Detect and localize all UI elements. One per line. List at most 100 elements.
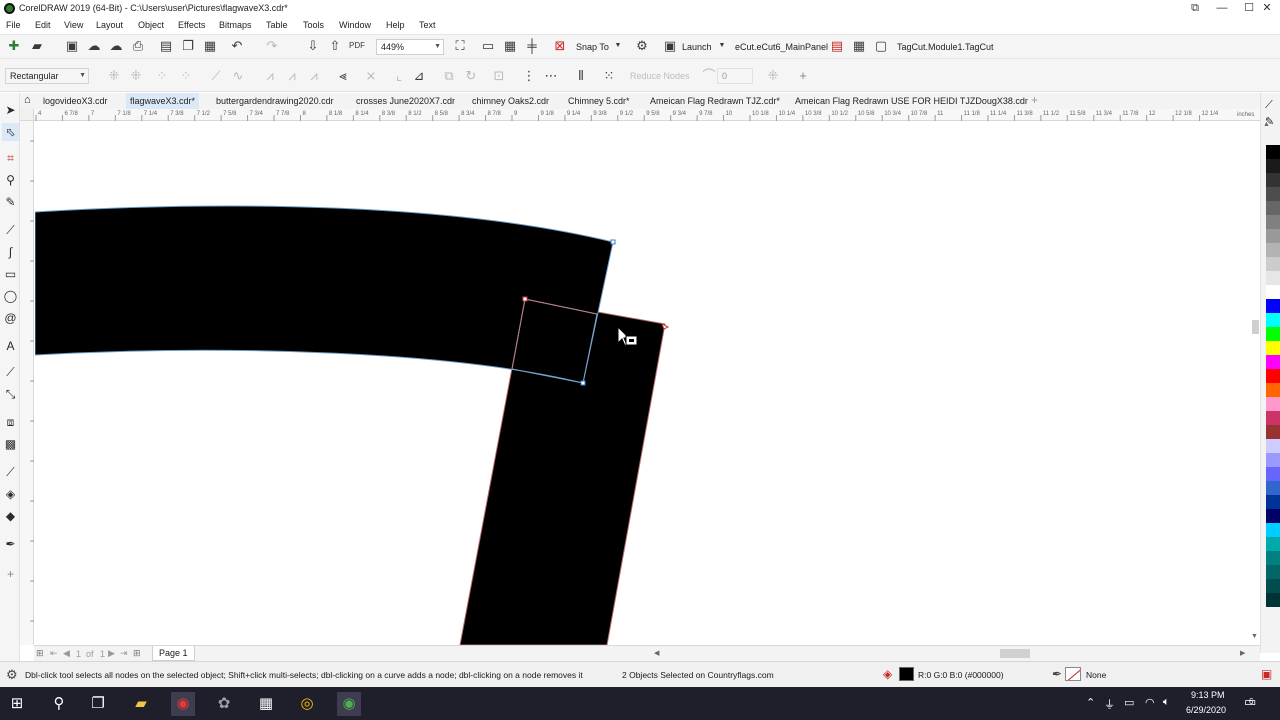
palette-swatch[interactable]: [1266, 173, 1280, 187]
palette-swatch[interactable]: [1266, 425, 1280, 439]
add-toolbar-item-icon[interactable]: +: [795, 68, 811, 84]
menu-text[interactable]: Text: [419, 20, 436, 30]
node-handle[interactable]: [610, 239, 616, 245]
drawing-canvas[interactable]: [35, 122, 1260, 645]
smooth-node-icon[interactable]: ⩘: [284, 68, 300, 84]
palette-swatch[interactable]: [1266, 509, 1280, 523]
undo-icon[interactable]: ↶: [229, 38, 245, 54]
palette-swatch[interactable]: [1266, 271, 1280, 285]
delete-node-icon[interactable]: ⁜: [128, 68, 144, 84]
ruler-origin[interactable]: [20, 109, 34, 121]
vertical-ruler[interactable]: [20, 121, 34, 645]
macro-ecut-label[interactable]: eCut.eCut6_MainPanel: [735, 42, 828, 52]
tagcut-icon[interactable]: ▢: [873, 38, 889, 54]
curve-smoothness-input[interactable]: 0: [717, 68, 753, 84]
fill-tool-icon[interactable]: ⟋: [1265, 99, 1273, 112]
freehand-tool-icon[interactable]: ✎: [2, 193, 19, 211]
tab-chimney-5[interactable]: Chimney 5.cdr*: [564, 93, 634, 109]
live-sketch-tool-icon[interactable]: ✒: [2, 535, 19, 553]
menu-help[interactable]: Help: [386, 20, 405, 30]
tab-crosses-june2020x7[interactable]: crosses June2020X7.cdr: [352, 93, 459, 109]
menu-edit[interactable]: Edit: [35, 20, 51, 30]
file-explorer-icon[interactable]: ▰: [129, 692, 153, 716]
palette-swatch[interactable]: [1266, 579, 1280, 593]
menu-window[interactable]: Window: [339, 20, 371, 30]
palette-swatch[interactable]: [1266, 355, 1280, 369]
import-icon[interactable]: ⇩: [305, 38, 321, 54]
add-tab-icon[interactable]: +: [1031, 93, 1038, 107]
launch-label[interactable]: Launch: [682, 42, 712, 52]
text-tool-icon[interactable]: A: [2, 337, 19, 355]
spiral-tool-icon[interactable]: @: [2, 309, 19, 327]
to-line-icon[interactable]: ⟋: [208, 68, 224, 84]
smart-fill-tool-icon[interactable]: ◆: [2, 507, 19, 525]
options-gear-icon[interactable]: ⚙: [634, 38, 650, 54]
node-handle[interactable]: [580, 380, 586, 386]
palette-swatch[interactable]: [1266, 453, 1280, 467]
snap-to-icon[interactable]: ⊠: [552, 38, 568, 54]
outline-none-swatch[interactable]: [1065, 667, 1081, 681]
full-screen-icon[interactable]: ⛶: [452, 38, 468, 54]
palette-swatch[interactable]: [1266, 481, 1280, 495]
shape-tool-icon[interactable]: ⬁: [2, 123, 19, 141]
volume-icon[interactable]: 🔈︎: [1163, 696, 1170, 709]
grid-app-taskbar-icon[interactable]: ▦: [254, 692, 278, 716]
close-button[interactable]: ✕: [1254, 0, 1280, 18]
status-app-icon[interactable]: ▣: [1261, 667, 1272, 681]
palette-swatch[interactable]: [1266, 383, 1280, 397]
palette-swatch[interactable]: [1266, 411, 1280, 425]
connector-tool-icon[interactable]: ⤡: [2, 385, 19, 403]
open-folder-icon[interactable]: ▰: [29, 38, 45, 54]
menu-bitmaps[interactable]: Bitmaps: [219, 20, 252, 30]
horizontal-ruler[interactable]: 4 6 7/8 7 7 1/8 7 1/4 7 3/8 7 1/2 7 5/8 7 3/4 7 7…: [34, 109, 1260, 121]
palette-swatch[interactable]: [1266, 243, 1280, 257]
tab-flagwavex3[interactable]: flagwaveX3.cdr*: [126, 93, 200, 109]
copy-icon[interactable]: ❐: [180, 38, 196, 54]
palette-swatch[interactable]: [1266, 551, 1280, 565]
scroll-left-icon[interactable]: ◀: [654, 649, 659, 657]
palette-swatch[interactable]: [1266, 145, 1280, 159]
pick-tool-icon[interactable]: ➤: [2, 101, 19, 119]
menu-layout[interactable]: Layout: [96, 20, 123, 30]
palette-swatch[interactable]: [1266, 565, 1280, 579]
align-nodes-icon[interactable]: ⊡: [491, 68, 507, 84]
launch-icon[interactable]: ▣: [662, 38, 678, 54]
palette-swatch[interactable]: [1266, 341, 1280, 355]
parallel-dimension-tool-icon[interactable]: ⟋: [2, 363, 19, 381]
chevron-down-icon[interactable]: ▼: [714, 38, 730, 54]
print-icon[interactable]: ⎙: [130, 38, 146, 54]
palette-swatch[interactable]: [1266, 327, 1280, 341]
macro-icon[interactable]: ▤: [829, 38, 845, 54]
reflect-vertical-icon[interactable]: ⋯: [543, 68, 559, 84]
palette-swatch[interactable]: [1266, 215, 1280, 229]
extract-subpath-icon[interactable]: ⌞: [391, 68, 407, 84]
chrome-taskbar-icon[interactable]: ◎: [295, 692, 319, 716]
last-page-icon[interactable]: ⇥: [120, 648, 128, 659]
publish-pdf-icon[interactable]: PDF: [349, 38, 365, 54]
join-nodes-icon[interactable]: ⁘: [154, 68, 170, 84]
horizontal-scrollbar-thumb[interactable]: [1000, 649, 1030, 658]
taskbar-time[interactable]: 9:13 PM: [1191, 690, 1225, 700]
selection-mode-select[interactable]: Rectangular ▼: [5, 68, 89, 84]
palette-swatch[interactable]: [1266, 495, 1280, 509]
tab-logovideox3[interactable]: logovideoX3.cdr: [39, 93, 112, 109]
save-icon[interactable]: ▣: [64, 38, 80, 54]
palette-swatch[interactable]: [1266, 313, 1280, 327]
cloud-upload-icon[interactable]: ☁: [86, 38, 102, 54]
zoom-level-select[interactable]: 449% ▼: [376, 39, 444, 55]
symmetrical-node-icon[interactable]: ⩘: [306, 68, 322, 84]
macro-tagcut-label[interactable]: TagCut.Module1.TagCut: [897, 42, 994, 52]
page-add-after-icon[interactable]: ⊞: [133, 648, 141, 659]
paste-icon[interactable]: ▦: [202, 38, 218, 54]
vertical-scrollbar-thumb[interactable]: [1252, 320, 1259, 334]
next-page-icon[interactable]: ▶: [108, 648, 115, 659]
transparency-tool-icon[interactable]: ▩: [2, 435, 19, 453]
scroll-up-icon[interactable]: ▲: [1263, 121, 1270, 128]
taskbar-date[interactable]: 6/29/2020: [1186, 705, 1226, 715]
elastic-mode-icon[interactable]: ⫴: [573, 68, 589, 84]
ellipse-tool-icon[interactable]: ◯: [2, 287, 19, 305]
drawing-surface[interactable]: [35, 122, 1260, 645]
search-icon[interactable]: ⚲: [47, 692, 71, 716]
app-taskbar-icon[interactable]: ✿: [212, 692, 236, 716]
tab-ameican-flag-redrawn-heidi[interactable]: Ameican Flag Redrawn USE FOR HEIDI TJZDo…: [791, 93, 1032, 109]
